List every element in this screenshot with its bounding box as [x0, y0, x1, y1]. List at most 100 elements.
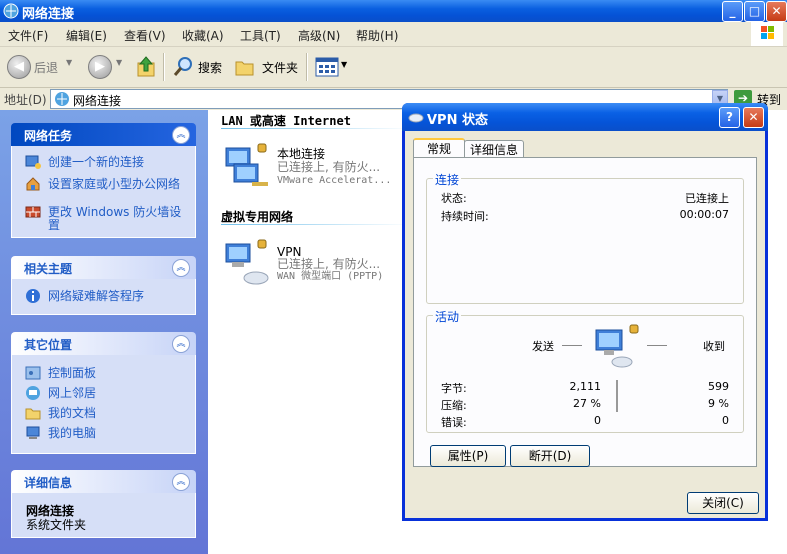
my-computer-icon [26, 426, 40, 439]
activity-legend: 活动 [433, 308, 462, 325]
compression-label: 压缩: [441, 399, 467, 412]
windows-logo-icon [751, 22, 783, 46]
vpn-cloud-icon [408, 113, 424, 123]
network-tasks-title: 网络任务 [24, 129, 73, 143]
details-body: 网络连接 系统文件夹 [11, 493, 196, 538]
back-dropdown-icon[interactable]: ▼ [66, 58, 72, 67]
lan-connection-device: VMware Accelerat... [277, 175, 392, 186]
forward-arrow-icon[interactable]: ▶ [88, 55, 112, 79]
menu-file[interactable]: 文件(F) [8, 27, 48, 44]
vpn-status-dialog: VPN 状态 ? ✕ 常规 详细信息 连接 状态: 已连接上 持续时间: 00:… [402, 103, 768, 521]
menu-tools[interactable]: 工具(T) [240, 27, 281, 44]
lan-group-title: LAN 或高速 Internet [221, 114, 351, 128]
collapse-chevron-icon[interactable]: ︽ [172, 335, 190, 353]
vpn-connection-device: WAN 微型端口 (PPTP) [277, 271, 384, 282]
general-tab-panel: 连接 状态: 已连接上 持续时间: 00:00:07 活动 发送 收到 字节: … [413, 157, 757, 467]
task-pane: 网络任务 ︽ 创建一个新的连接 设置家庭或小型办公网络 更改 Windows 防… [0, 110, 208, 554]
address-label: 地址(D) [4, 93, 47, 107]
details-header[interactable]: 详细信息 ︽ [11, 470, 196, 493]
other-places-panel: 其它位置 ︽ 控制面板 网上邻居 我的文档 我的电脑 [11, 332, 196, 454]
close-window-button[interactable]: ✕ [766, 1, 787, 22]
place-my-documents[interactable]: 我的文档 [48, 407, 96, 420]
dialog-body: 常规 详细信息 连接 状态: 已连接上 持续时间: 00:00:07 活动 发送 [405, 131, 765, 518]
duration-value: 00:00:07 [679, 208, 729, 221]
back-arrow-icon[interactable]: ◀ [7, 55, 31, 79]
search-icon[interactable] [172, 56, 194, 78]
details-title: 详细信息 [24, 476, 73, 490]
status-value: 已连接上 [685, 192, 729, 205]
vpn-connection-icon [225, 239, 269, 285]
task-firewall-settings[interactable]: 更改 Windows 防火墙设置 [48, 206, 188, 232]
other-places-header[interactable]: 其它位置 ︽ [11, 332, 196, 355]
related-topics-panel: 相关主题 ︽ 网络疑难解答程序 [11, 256, 196, 315]
related-topics-body: 网络疑难解答程序 [11, 279, 196, 315]
activity-computer-icon [595, 324, 639, 368]
network-folder-icon [3, 3, 19, 19]
search-button-label[interactable]: 搜索 [198, 59, 222, 76]
other-places-body: 控制面板 网上邻居 我的文档 我的电脑 [11, 355, 196, 454]
related-topics-title: 相关主题 [24, 262, 73, 276]
related-topics-header[interactable]: 相关主题 ︽ [11, 256, 196, 279]
vpn-group-title: 虚拟专用网络 [221, 210, 294, 224]
collapse-chevron-icon[interactable]: ︽ [172, 126, 190, 144]
forward-dropdown-icon[interactable]: ▼ [116, 58, 122, 67]
bytes-sent: 2,111 [569, 380, 602, 393]
properties-button[interactable]: 属性(P) [430, 445, 506, 467]
maximize-button[interactable]: □ [744, 1, 765, 22]
errors-received: 0 [722, 414, 729, 427]
network-tasks-body: 创建一个新的连接 设置家庭或小型办公网络 更改 Windows 防火墙设置 [11, 146, 196, 238]
minimize-button[interactable]: _ [722, 1, 743, 22]
errors-label: 错误: [441, 416, 467, 429]
received-label: 收到 [703, 340, 725, 353]
connection-group: 连接 状态: 已连接上 持续时间: 00:00:07 [426, 171, 744, 304]
details-panel: 详细信息 ︽ 网络连接 系统文件夹 [11, 470, 196, 538]
window-titlebar[interactable]: 网络连接 _ □ ✕ [0, 0, 787, 22]
up-folder-icon[interactable] [136, 55, 158, 79]
tab-general[interactable]: 常规 [413, 138, 465, 159]
folders-icon[interactable] [234, 56, 256, 78]
menu-bar: 文件(F) 编辑(E) 查看(V) 收藏(A) 工具(T) 高级(N) 帮助(H… [0, 22, 787, 47]
dialog-close-x-button[interactable]: ✕ [743, 107, 764, 128]
my-documents-icon [25, 408, 41, 420]
control-panel-icon [25, 366, 41, 380]
status-label: 状态: [441, 192, 467, 205]
view-dropdown-icon[interactable]: ▼ [341, 60, 347, 69]
back-button-label[interactable]: 后退 [34, 59, 58, 76]
sent-label: 发送 [532, 340, 554, 353]
network-tasks-header[interactable]: 网络任务 ︽ [11, 123, 196, 146]
place-network-neighborhood[interactable]: 网上邻居 [48, 387, 96, 400]
lan-connection-status: 已连接上, 有防火... [277, 160, 381, 174]
bytes-label: 字节: [441, 382, 467, 395]
place-my-computer[interactable]: 我的电脑 [48, 427, 96, 440]
menu-edit[interactable]: 编辑(E) [66, 27, 107, 44]
disconnect-button[interactable]: 断开(D) [510, 445, 590, 467]
local-connection-item[interactable]: 本地连接 已连接上, 有防火... VMware Accelerat... [222, 142, 412, 194]
task-create-connection[interactable]: 创建一个新的连接 [48, 156, 144, 169]
dialog-help-button[interactable]: ? [719, 107, 740, 128]
dialog-title: VPN 状态 [427, 113, 488, 128]
place-control-panel[interactable]: 控制面板 [48, 367, 96, 380]
dialog-titlebar[interactable]: VPN 状态 ? ✕ [402, 103, 768, 131]
view-grid-icon[interactable] [315, 57, 339, 77]
menu-advanced[interactable]: 高级(N) [298, 27, 340, 44]
activity-group: 活动 发送 收到 字节: 2,111 599 压缩: 27 % 9 % 错误: … [426, 308, 744, 433]
info-icon [26, 289, 40, 303]
bytes-received: 599 [708, 380, 729, 393]
task-setup-home-network[interactable]: 设置家庭或小型办公网络 [48, 178, 188, 191]
other-places-title: 其它位置 [24, 338, 73, 352]
menu-favorites[interactable]: 收藏(A) [182, 27, 224, 44]
lan-connection-icon [225, 143, 268, 186]
folders-button-label[interactable]: 文件夹 [262, 59, 298, 76]
toolbar: ◀ 后退 ▼ ▶ ▼ 搜索 文件夹 ▼ [0, 47, 787, 88]
close-button[interactable]: 关闭(C) [687, 492, 759, 514]
collapse-chevron-icon[interactable]: ︽ [172, 473, 190, 491]
collapse-chevron-icon[interactable]: ︽ [172, 259, 190, 277]
window-title: 网络连接 [22, 7, 75, 22]
duration-label: 持续时间: [441, 210, 489, 223]
firewall-icon [25, 206, 41, 218]
menu-help[interactable]: 帮助(H) [356, 27, 398, 44]
vpn-connection-item[interactable]: VPN 已连接上, 有防火... WAN 微型端口 (PPTP) [222, 238, 412, 290]
menu-view[interactable]: 查看(V) [124, 27, 166, 44]
task-network-troubleshooter[interactable]: 网络疑难解答程序 [48, 290, 144, 303]
new-connection-icon [25, 155, 41, 169]
